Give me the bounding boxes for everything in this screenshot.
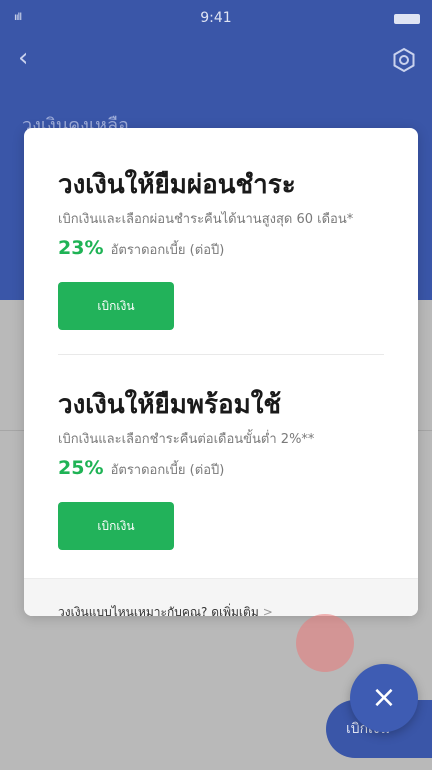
- withdraw-button-installment[interactable]: เบิกเงิน: [58, 282, 174, 330]
- close-icon: ×: [371, 680, 397, 715]
- dotted-indicator: ......: [377, 615, 412, 616]
- ready-loan-section: วงเงินให้ยืมพร้อมใช้ เบิกเงินและเลือกชำร…: [58, 388, 418, 550]
- rate-label: อัตราดอกเบี้ย (ต่อปี): [110, 243, 225, 258]
- status-bar: ııll 9:41: [0, 0, 432, 34]
- back-icon: ‹: [18, 43, 29, 73]
- offer-rate: 25% อัตราดอกเบี้ย (ต่อปี): [58, 457, 418, 480]
- back-button[interactable]: ‹: [18, 44, 46, 72]
- close-button[interactable]: ×: [350, 664, 418, 732]
- more-info-label: วงเงินแบบไหนเหมาะกับคุณ? ดูเพิ่มเติม: [58, 605, 259, 616]
- offer-description: เบิกเงินและเลือกชำระคืนต่อเดือนขั้นต่ำ 2…: [58, 432, 315, 447]
- offer-description: เบิกเงินและเลือกผ่อนชำระคืนได้นานสูงสุด …: [58, 212, 354, 227]
- installment-loan-section: วงเงินให้ยืมผ่อนชำระ เบิกเงินและเลือกผ่อ…: [58, 168, 418, 330]
- offer-title: วงเงินให้ยืมผ่อนชำระ: [58, 170, 296, 200]
- rate-percent: 25%: [58, 457, 104, 479]
- touch-indicator: [296, 614, 354, 672]
- rate-percent: 23%: [58, 237, 104, 259]
- loan-options-card: วงเงินให้ยืมผ่อนชำระ เบิกเงินและเลือกผ่อ…: [24, 128, 418, 616]
- offer-rate: 23% อัตราดอกเบี้ย (ต่อปี): [58, 237, 418, 260]
- rate-label: อัตราดอกเบี้ย (ต่อปี): [110, 463, 225, 478]
- battery-icon: [394, 14, 420, 24]
- offer-title: วงเงินให้ยืมพร้อมใช้: [58, 390, 282, 420]
- chevron-right-icon: >: [262, 605, 273, 616]
- section-divider: [58, 354, 384, 355]
- settings-icon: [393, 47, 415, 73]
- more-info-text: วงเงินแบบไหนเหมาะกับคุณ? ดูเพิ่มเติม >: [58, 603, 273, 616]
- more-info-link[interactable]: วงเงินแบบไหนเหมาะกับคุณ? ดูเพิ่มเติม> ..…: [24, 578, 418, 616]
- withdraw-button-ready[interactable]: เบิกเงิน: [58, 502, 174, 550]
- settings-button[interactable]: [390, 46, 418, 74]
- status-time: 9:41: [200, 10, 232, 26]
